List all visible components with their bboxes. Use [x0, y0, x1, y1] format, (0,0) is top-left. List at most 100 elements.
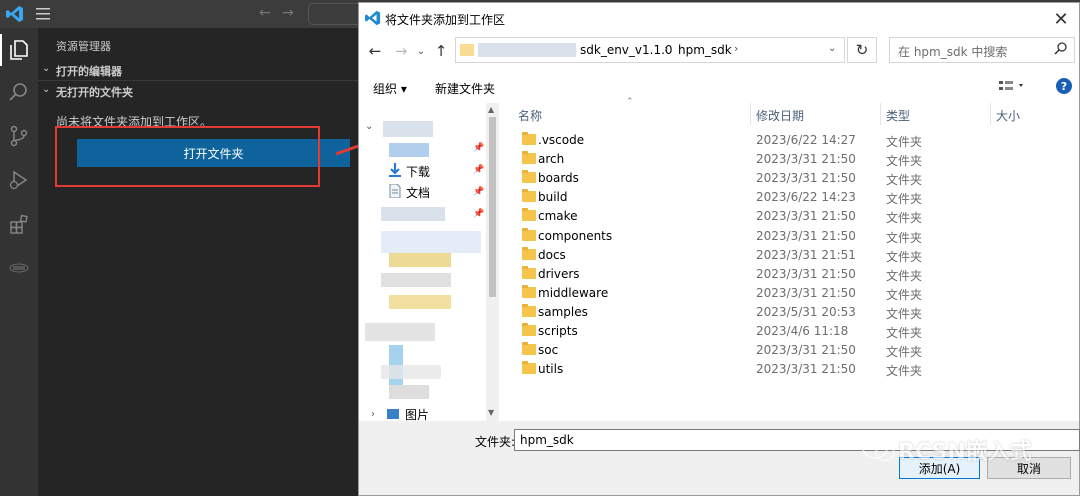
file-name: samples: [538, 304, 588, 319]
path-segment[interactable]: sdk_env_v1.1.0: [580, 43, 673, 57]
pin-icon[interactable]: 📌: [473, 187, 484, 197]
file-row[interactable]: .vscode 2023/6/22 14:27 文件夹: [500, 131, 1079, 150]
file-row[interactable]: soc 2023/3/31 21:50 文件夹: [500, 341, 1079, 360]
pin-icon[interactable]: 📌: [473, 143, 484, 153]
blurred-region: [381, 273, 451, 287]
file-type: 文件夹: [886, 268, 923, 283]
file-date: 2023/3/31 21:50: [756, 228, 856, 243]
column-date[interactable]: 修改日期: [756, 107, 804, 124]
address-bar[interactable]: sdk_env_v1.1.0 › hpm_sdk › ⌄: [455, 37, 845, 63]
column-divider[interactable]: [750, 103, 751, 125]
file-date: 2023/6/22 14:27: [756, 133, 856, 147]
chevron-down-icon[interactable]: ⌄: [365, 121, 373, 132]
section-open-editors[interactable]: 打开的编辑器: [56, 63, 122, 79]
file-name: arch: [538, 152, 565, 167]
divider: [38, 80, 360, 81]
file-row[interactable]: utils 2023/3/31 21:50 文件夹: [500, 360, 1079, 379]
file-row[interactable]: arch 2023/3/31 21:50 文件夹: [500, 150, 1079, 169]
file-date: 2023/3/31 21:50: [756, 343, 856, 358]
chevron-down-icon[interactable]: ⌄: [42, 63, 56, 74]
run-debug-icon[interactable]: [0, 162, 38, 198]
file-row[interactable]: boards 2023/3/31 21:50 文件夹: [500, 169, 1079, 188]
pin-icon[interactable]: 📌: [473, 209, 484, 219]
folder-icon: [522, 189, 536, 203]
nav-item-documents[interactable]: 文档: [406, 184, 430, 201]
close-icon[interactable]: ✕: [1049, 7, 1073, 31]
highlight-box: [55, 126, 320, 187]
file-type: 文件夹: [886, 364, 923, 379]
chevron-right-icon[interactable]: ›: [734, 42, 738, 55]
nav-scrollbar[interactable]: ▲ ▼: [486, 103, 499, 421]
menu-icon[interactable]: [36, 8, 50, 23]
file-row[interactable]: samples 2023/5/31 20:53 文件夹: [500, 303, 1079, 322]
section-no-folder[interactable]: 无打开的文件夹: [56, 84, 133, 100]
extension-plugin-icon[interactable]: [0, 250, 38, 286]
file-row[interactable]: components 2023/3/31 21:50 文件夹: [500, 227, 1079, 246]
scroll-up-icon[interactable]: ▲: [488, 105, 494, 114]
file-date: 2023/3/31 21:50: [756, 209, 856, 224]
file-type: 文件夹: [886, 173, 923, 188]
path-segment[interactable]: hpm_sdk: [678, 43, 732, 57]
refresh-icon[interactable]: ↻: [847, 37, 877, 63]
column-type[interactable]: 类型: [886, 107, 910, 124]
nav-item-download[interactable]: 下载: [406, 163, 430, 180]
back-arrow-icon[interactable]: ←: [259, 5, 271, 21]
chevron-down-icon[interactable]: ⌄: [828, 43, 836, 54]
up-arrow-icon[interactable]: ↑: [431, 41, 451, 61]
search-icon[interactable]: [0, 74, 38, 110]
vscode-logo-icon: [6, 5, 24, 26]
file-row[interactable]: cmake 2023/3/31 21:50 文件夹: [500, 207, 1079, 226]
forward-arrow-icon[interactable]: →: [282, 5, 294, 21]
explorer-title: 资源管理器: [56, 40, 111, 53]
folder-icon: [522, 208, 536, 222]
search-input[interactable]: 在 hpm_sdk 中搜索: [889, 37, 1075, 63]
file-type: 文件夹: [886, 306, 923, 321]
folder-icon: [522, 246, 536, 260]
wechat-logo-icon: [862, 436, 896, 467]
sort-up-icon: ⌃: [626, 97, 634, 107]
explorer-sidebar: 资源管理器 ⌄ 打开的编辑器 ⌄ 无打开的文件夹 尚未将文件夹添加到工作区。: [38, 28, 360, 496]
forward-arrow-icon[interactable]: →: [391, 41, 411, 61]
file-row[interactable]: middleware 2023/3/31 21:50 文件夹: [500, 284, 1079, 303]
column-divider[interactable]: [990, 103, 991, 125]
new-folder-button[interactable]: 新建文件夹: [435, 80, 495, 97]
folder-icon: [522, 265, 536, 279]
organize-button[interactable]: 组织 ▾: [373, 80, 407, 97]
blurred-region: [365, 323, 435, 341]
chevron-down-icon[interactable]: ⌄: [42, 84, 56, 95]
column-size[interactable]: 大小: [996, 107, 1020, 124]
search-icon[interactable]: [1054, 41, 1068, 58]
folder-icon: [522, 323, 536, 336]
blurred-region: [389, 143, 429, 157]
view-options-icon[interactable]: [999, 79, 1027, 96]
file-name: drivers: [538, 266, 580, 281]
chevron-right-icon[interactable]: ›: [664, 42, 668, 55]
file-row[interactable]: drivers 2023/3/31 21:50 文件夹: [500, 265, 1079, 284]
recent-dropdown-icon[interactable]: ⌄: [411, 41, 431, 61]
blurred-region: [389, 295, 451, 309]
file-date: 2023/3/31 21:51: [756, 247, 856, 262]
navigation-pane: ⌄ 下载 📌 📌 文档 📌 📌 › 图片: [359, 103, 487, 421]
dialog-toolbar: 组织 ▾ 新建文件夹 ?: [359, 71, 1079, 103]
file-row[interactable]: docs 2023/3/31 21:51 文件夹: [500, 246, 1079, 265]
file-name: soc: [538, 343, 559, 358]
column-name[interactable]: 名称: [518, 107, 542, 124]
column-divider[interactable]: [880, 103, 881, 125]
pin-icon[interactable]: 📌: [473, 165, 484, 175]
file-row[interactable]: scripts 2023/4/6 11:18 文件夹: [500, 322, 1079, 341]
chevron-right-icon[interactable]: ›: [371, 409, 375, 420]
command-center[interactable]: [308, 3, 361, 25]
scroll-thumb[interactable]: [489, 117, 496, 297]
blurred-region: [381, 365, 441, 379]
nav-item-pictures[interactable]: 图片: [405, 406, 429, 421]
explorer-icon[interactable]: [0, 32, 38, 68]
extensions-icon[interactable]: [0, 206, 38, 242]
back-arrow-icon[interactable]: ←: [365, 41, 385, 61]
file-row[interactable]: build 2023/6/22 14:23 文件夹: [500, 188, 1079, 207]
help-icon[interactable]: ?: [1056, 78, 1072, 94]
blurred-region: [383, 121, 433, 137]
source-control-icon[interactable]: [0, 118, 38, 154]
folder-icon: [522, 303, 536, 317]
add-folder-dialog: 将文件夹添加到工作区 ✕ ← → ⌄ ↑ sdk_env_v1.1.0 › hp…: [358, 2, 1080, 496]
scroll-down-icon[interactable]: ▼: [488, 408, 494, 417]
